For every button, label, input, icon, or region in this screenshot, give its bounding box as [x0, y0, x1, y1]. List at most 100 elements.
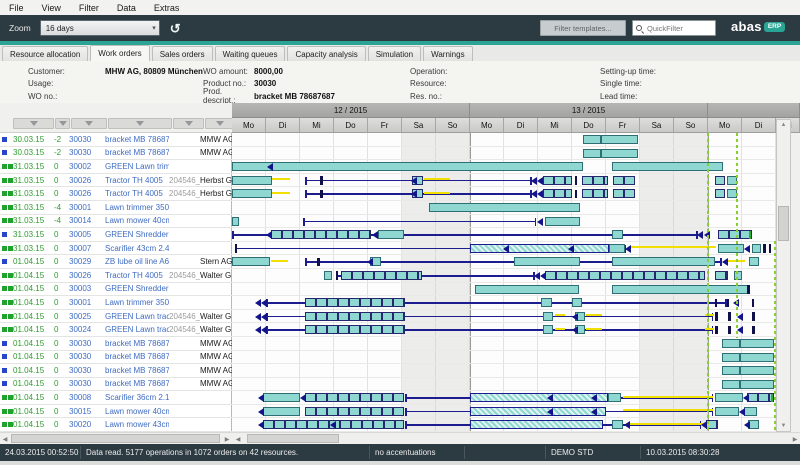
operation-bar[interactable] [612, 230, 623, 239]
table-row[interactable]: 01.04.15030015Lawn mower 40cm [0, 405, 232, 419]
gantt-row[interactable] [232, 228, 776, 242]
milestone-arrow-icon[interactable] [572, 313, 578, 321]
gantt-row[interactable] [232, 296, 776, 310]
operation-bar-hatched[interactable] [470, 420, 603, 429]
table-row[interactable]: 31.03.15030026Tractor TH 4005204546_15He… [0, 174, 232, 188]
operation-bar-segmented[interactable] [613, 176, 635, 185]
gantt-row[interactable] [232, 269, 776, 283]
operation-bar-hatched[interactable] [470, 407, 606, 416]
milestone-arrow-icon[interactable] [624, 421, 630, 429]
table-row[interactable]: 01.04.15030029ZB lube oil line A61Stern … [0, 255, 232, 269]
milestone-arrow-icon[interactable] [503, 245, 509, 253]
milestone-arrow-icon[interactable] [537, 190, 543, 198]
menu-item-data[interactable]: Data [108, 3, 145, 13]
quickfilter-box[interactable] [632, 20, 716, 36]
milestone-arrow-icon[interactable] [739, 408, 745, 416]
table-row[interactable]: 01.04.15030003GREEN Shredder 2 [0, 283, 232, 297]
table-row[interactable]: 01.04.15030001Lawn trimmer 350 [0, 296, 232, 310]
milestone-arrow-icon[interactable] [547, 408, 553, 416]
gantt-row[interactable] [232, 405, 776, 419]
table-scroll-thumb[interactable] [11, 434, 220, 443]
gantt-row[interactable] [232, 242, 776, 256]
column-filter-button[interactable] [173, 118, 204, 129]
operation-bar[interactable] [543, 325, 553, 334]
gantt-row[interactable] [232, 310, 776, 324]
milestone-arrow-icon[interactable] [411, 177, 417, 185]
gantt-row[interactable] [232, 351, 776, 365]
operation-bar[interactable] [744, 407, 758, 416]
table-row[interactable]: 01.04.15030030bracket MB 78687MMW AG [0, 337, 232, 351]
table-row[interactable]: 01.04.15030020Lawn mower 43cm [0, 418, 232, 432]
milestone-arrow-icon[interactable] [330, 421, 336, 429]
operation-bar[interactable] [752, 244, 761, 253]
operation-bar[interactable] [722, 353, 741, 362]
gantt-row[interactable] [232, 215, 776, 229]
table-row[interactable]: 30.03.15-230030bracket MB 78687MMW AG [0, 133, 232, 147]
table-row[interactable]: 31.03.15030007Scarifier 43cm 2.4 [0, 242, 232, 256]
menu-item-filter[interactable]: Filter [70, 3, 108, 13]
operation-bar[interactable] [740, 353, 774, 362]
menu-item-file[interactable]: File [0, 3, 33, 13]
operation-bar[interactable] [583, 149, 601, 158]
operation-bar-segmented[interactable] [305, 325, 405, 334]
milestone-arrow-icon[interactable] [261, 299, 267, 307]
milestone-arrow-icon[interactable] [300, 394, 306, 402]
operation-bar[interactable] [378, 230, 404, 239]
operation-bar-segmented[interactable] [715, 271, 729, 280]
operation-bar[interactable] [612, 257, 715, 266]
column-filter-button[interactable] [55, 118, 70, 129]
milestone-arrow-icon[interactable] [697, 231, 703, 239]
milestone-arrow-icon[interactable] [261, 313, 267, 321]
gantt-row[interactable] [232, 364, 776, 378]
operation-bar-segmented[interactable] [305, 298, 405, 307]
operation-bar[interactable] [583, 135, 601, 144]
milestone-arrow-icon[interactable] [744, 421, 750, 429]
milestone-arrow-icon[interactable] [547, 394, 553, 402]
tab-sales-orders[interactable]: Sales orders [152, 46, 213, 61]
operation-bar[interactable] [722, 366, 741, 375]
operation-bar-hatched[interactable] [470, 244, 609, 253]
operation-bar[interactable] [715, 407, 739, 416]
milestone-arrow-icon[interactable] [722, 258, 728, 266]
quickfilter-input[interactable] [645, 23, 709, 34]
operation-bar-segmented[interactable] [545, 271, 705, 280]
menu-item-view[interactable]: View [33, 3, 70, 13]
column-filter-button[interactable] [71, 118, 107, 129]
operation-bar-segmented[interactable] [305, 393, 404, 402]
gantt-row[interactable] [232, 147, 776, 161]
operation-bar-segmented[interactable] [582, 189, 608, 198]
milestone-arrow-icon[interactable] [267, 163, 273, 171]
milestone-arrow-icon[interactable] [744, 245, 750, 253]
operation-bar[interactable] [740, 366, 774, 375]
operation-bar[interactable] [740, 380, 774, 389]
gantt-row[interactable] [232, 255, 776, 269]
tab-resource-allocation[interactable]: Resource allocation [2, 46, 88, 61]
operation-bar[interactable] [612, 420, 623, 429]
gantt-row[interactable] [232, 187, 776, 201]
gantt-row[interactable] [232, 323, 776, 337]
table-row[interactable]: 30.03.15-230030bracket MB 78687MMW AG [0, 147, 232, 161]
table-row[interactable]: 01.04.15030008Scarifier 36cm 2.1 [0, 391, 232, 405]
milestone-arrow-icon[interactable] [572, 326, 578, 334]
table-row[interactable]: 31.03.15030005GREEN Shredder 2 [0, 228, 232, 242]
operation-bar-segmented[interactable] [305, 407, 404, 416]
table-row[interactable]: 31.03.15030026Tractor TH 4005204546_16He… [0, 187, 232, 201]
operation-bar[interactable] [514, 257, 580, 266]
milestone-arrow-icon[interactable] [258, 394, 264, 402]
operation-bar-segmented[interactable] [613, 189, 635, 198]
table-row[interactable]: 31.03.15-430001Lawn trimmer 350 [0, 201, 232, 215]
operation-bar[interactable] [541, 298, 551, 307]
gantt-row[interactable] [232, 283, 776, 297]
operation-bar[interactable] [324, 271, 332, 280]
gantt-row[interactable] [232, 391, 776, 405]
milestone-arrow-icon[interactable] [531, 177, 537, 185]
gantt-row[interactable] [232, 174, 776, 188]
operation-bar-hatched[interactable] [470, 393, 608, 402]
milestone-arrow-icon[interactable] [701, 421, 707, 429]
table-row[interactable]: 01.04.15030026Tractor TH 4005204546_29Wa… [0, 269, 232, 283]
operation-bar[interactable] [718, 244, 744, 253]
operation-bar[interactable] [722, 339, 741, 348]
operation-bar[interactable] [722, 380, 741, 389]
operation-bar[interactable] [612, 285, 750, 294]
operation-bar[interactable] [572, 298, 582, 307]
